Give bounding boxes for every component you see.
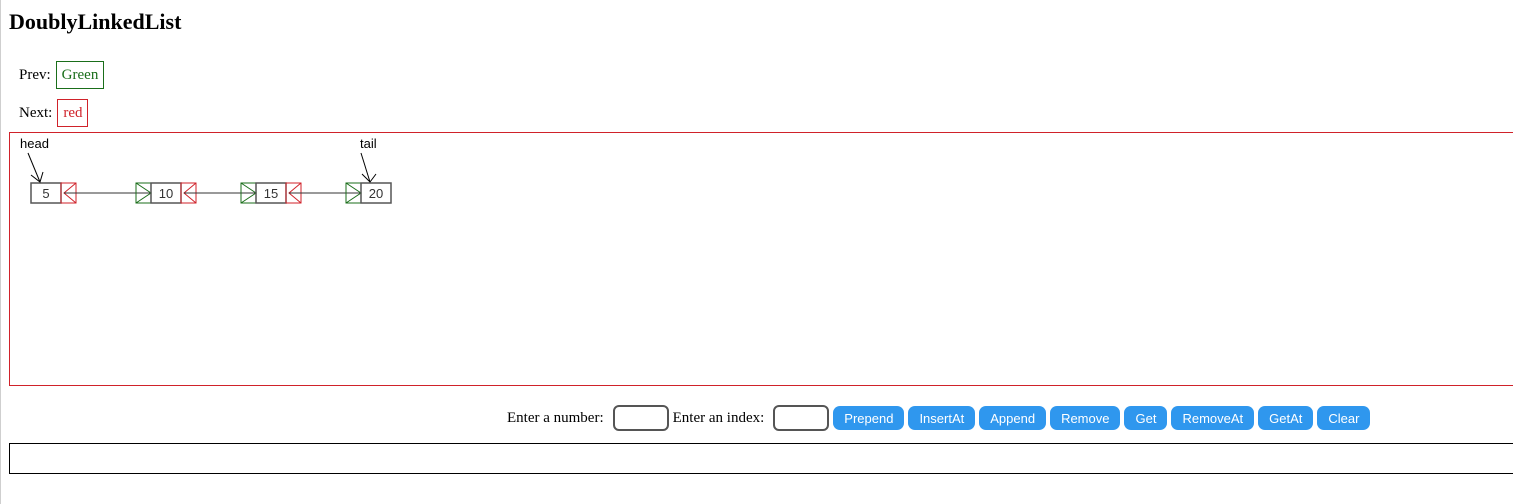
- index-label: Enter an index:: [672, 409, 765, 426]
- node-value: 5: [42, 186, 49, 201]
- tail-label: tail: [360, 136, 377, 151]
- legend-prev: Prev: Green: [19, 61, 105, 89]
- page-title: DoublyLinkedList: [9, 9, 182, 34]
- number-input[interactable]: [612, 405, 669, 431]
- legend-prev-value: Green: [55, 61, 105, 89]
- list-visualization: 5 10 15 20 head tail: [9, 132, 1513, 386]
- number-label: Enter a number:: [507, 409, 604, 426]
- head-label: head: [20, 136, 49, 151]
- legend-next: Next: red: [19, 99, 89, 127]
- list-diagram: 5 10 15 20 head tail: [20, 136, 392, 204]
- output-display: [9, 443, 1513, 474]
- get-at-button[interactable]: GetAt: [1258, 406, 1314, 430]
- index-input[interactable]: [773, 405, 830, 431]
- get-button[interactable]: Get: [1124, 406, 1168, 430]
- legend-next-label: Next:: [19, 104, 53, 121]
- node-value: 15: [264, 186, 278, 201]
- remove-button[interactable]: Remove: [1050, 406, 1121, 430]
- remove-at-button[interactable]: RemoveAt: [1171, 406, 1255, 430]
- node-value: 10: [159, 186, 173, 201]
- append-button[interactable]: Append: [979, 406, 1047, 430]
- controls-bar: Enter a number: Enter an index: Prepend …: [507, 404, 1374, 432]
- clear-button[interactable]: Clear: [1317, 406, 1371, 430]
- legend-prev-label: Prev:: [19, 66, 51, 83]
- insert-at-button[interactable]: InsertAt: [908, 406, 976, 430]
- prepend-button[interactable]: Prepend: [833, 406, 905, 430]
- legend-next-value: red: [57, 99, 89, 127]
- window-edge: [0, 0, 1, 504]
- node-value: 20: [369, 186, 383, 201]
